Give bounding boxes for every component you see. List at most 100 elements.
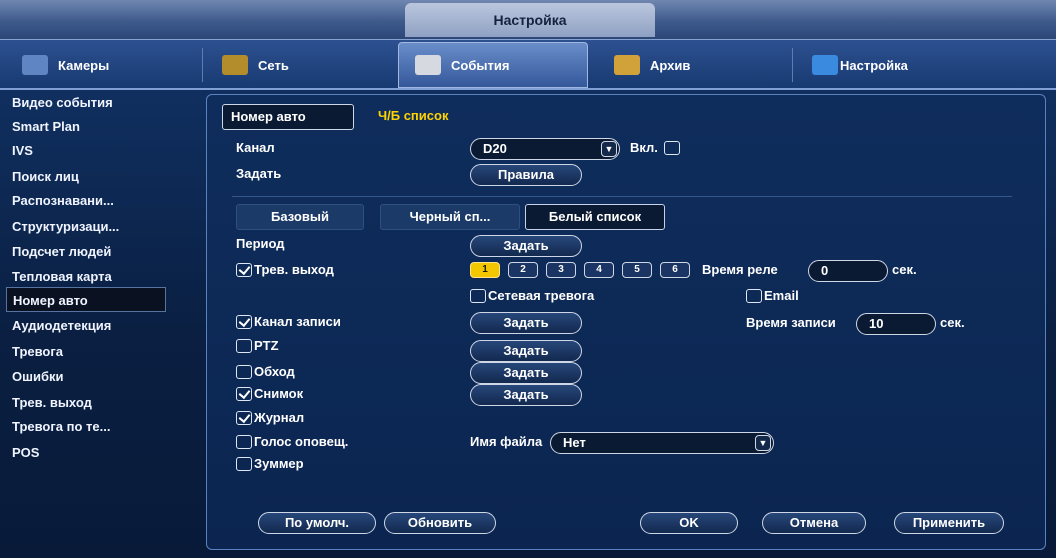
sidebar-item-video-events[interactable]: Видео события — [6, 90, 166, 115]
checkbox-checked-icon — [236, 386, 252, 401]
relay-unit-label: сек. — [892, 262, 917, 277]
tour-checkbox[interactable]: Обход — [236, 364, 295, 379]
sidebar-item-plate[interactable]: Номер авто — [6, 287, 166, 312]
channel-value: D20 — [483, 141, 507, 156]
relay-time-input[interactable]: 0 — [808, 260, 888, 282]
ptz-checkbox[interactable]: PTZ — [236, 338, 279, 353]
checkbox-checked-icon — [236, 262, 252, 277]
nav-network-label: Сеть — [258, 57, 289, 73]
ok-button[interactable]: OK — [640, 512, 738, 534]
nav-events[interactable]: События — [398, 42, 588, 88]
nav-cameras-label: Камеры — [58, 57, 110, 73]
channel-label: Канал — [236, 140, 275, 155]
rules-button[interactable]: Правила — [470, 164, 582, 186]
channel-select[interactable]: D20 ▼ — [470, 138, 620, 160]
snapshot-set-button[interactable]: Задать — [470, 384, 582, 406]
checkbox-checked-icon — [236, 410, 252, 425]
sidebar-item-heatmap[interactable]: Тепловая карта — [6, 264, 166, 289]
cancel-button[interactable]: Отмена — [762, 512, 866, 534]
network-icon — [222, 55, 248, 75]
alarm-channel-4[interactable]: 4 — [584, 262, 614, 278]
checkbox-checked-icon — [236, 314, 252, 329]
apply-button[interactable]: Применить — [894, 512, 1004, 534]
log-checkbox[interactable]: Журнал — [236, 410, 304, 425]
record-time-input[interactable]: 10 — [856, 313, 936, 335]
ptz-label: PTZ — [254, 338, 279, 353]
nav-cameras[interactable]: Камеры — [6, 42, 196, 88]
sidebar-item-face-search[interactable]: Поиск лиц — [6, 164, 166, 189]
nav-archive-label: Архив — [650, 57, 691, 73]
alarm-channel-1[interactable]: 1 — [470, 262, 500, 278]
sidebar-item-alarm[interactable]: Тревога — [6, 339, 166, 364]
title-bar: Настройка — [0, 0, 1056, 40]
record-channel-checkbox[interactable]: Канал записи — [236, 314, 341, 329]
chevron-down-icon: ▼ — [601, 141, 617, 157]
sidebar-item-ivs[interactable]: IVS — [6, 138, 166, 163]
record-set-button[interactable]: Задать — [470, 312, 582, 334]
alarm-out-checkbox[interactable]: Трев. выход — [236, 262, 334, 277]
checkbox-icon — [470, 288, 486, 303]
checkbox-icon — [746, 288, 762, 303]
nav-events-label: События — [451, 57, 510, 73]
email-label: Email — [764, 288, 799, 303]
tab-plate[interactable]: Номер авто — [222, 104, 354, 130]
sidebar: Видео события Smart Plan IVS Поиск лиц Р… — [0, 90, 200, 558]
subtab-white-list[interactable]: Белый список — [525, 204, 665, 230]
alarm-channel-3[interactable]: 3 — [546, 262, 576, 278]
snapshot-checkbox[interactable]: Снимок — [236, 386, 303, 401]
net-alarm-label: Сетевая тревога — [488, 288, 595, 303]
subtab-basic[interactable]: Базовый — [236, 204, 364, 230]
sidebar-item-audio[interactable]: Аудиодетекция — [6, 313, 166, 338]
file-name-value: Нет — [563, 435, 586, 450]
tour-set-button[interactable]: Задать — [470, 362, 582, 384]
checkbox-icon — [236, 434, 252, 449]
tour-label: Обход — [254, 364, 295, 379]
settings-icon — [812, 55, 838, 75]
sidebar-item-errors[interactable]: Ошибки — [6, 364, 166, 389]
email-checkbox[interactable]: Email — [746, 288, 799, 303]
nav-archive[interactable]: Архив — [598, 42, 788, 88]
sidebar-item-alarm-out[interactable]: Трев. выход — [6, 390, 166, 415]
buzzer-label: Зуммер — [254, 456, 304, 471]
voice-checkbox[interactable]: Голос оповещ. — [236, 434, 348, 449]
events-icon — [415, 55, 441, 75]
archive-icon — [614, 55, 640, 75]
checkbox-icon — [663, 140, 680, 155]
alarm-channel-5[interactable]: 5 — [622, 262, 652, 278]
camera-icon — [22, 55, 48, 75]
buzzer-checkbox[interactable]: Зуммер — [236, 456, 304, 471]
record-time-label: Время записи — [746, 315, 836, 330]
checkbox-icon — [236, 456, 252, 471]
tab-bw-list[interactable]: Ч/Б список — [370, 104, 456, 130]
file-name-label: Имя файла — [470, 434, 543, 449]
refresh-button[interactable]: Обновить — [384, 512, 496, 534]
set-label: Задать — [236, 166, 282, 181]
sidebar-item-temp-alarm[interactable]: Тревога по те... — [6, 414, 166, 439]
log-label: Журнал — [254, 410, 305, 425]
subtab-black-list[interactable]: Черный сп... — [380, 204, 520, 230]
nav-network[interactable]: Сеть — [206, 42, 391, 88]
settings-window: Настройка Камеры Сеть События Архив Наст… — [0, 0, 1056, 558]
sidebar-item-smart-plan[interactable]: Smart Plan — [6, 114, 166, 139]
top-nav: Камеры Сеть События Архив Настройка — [0, 40, 1056, 90]
ptz-set-button[interactable]: Задать — [470, 340, 582, 362]
net-alarm-checkbox[interactable]: Сетевая тревога — [470, 288, 594, 303]
nav-settings-label: Настройка — [840, 57, 908, 73]
period-set-button[interactable]: Задать — [470, 235, 582, 257]
alarm-channel-6[interactable]: 6 — [660, 262, 690, 278]
chevron-down-icon: ▼ — [755, 435, 771, 451]
period-label: Период — [236, 236, 285, 251]
file-name-select[interactable]: Нет ▼ — [550, 432, 774, 454]
sidebar-item-structuring[interactable]: Структуризаци... — [6, 214, 166, 239]
record-channel-label: Канал записи — [254, 314, 341, 329]
nav-settings[interactable]: Настройка — [796, 42, 996, 88]
alarm-out-label: Трев. выход — [254, 262, 334, 277]
sidebar-item-people-count[interactable]: Подсчет людей — [6, 239, 166, 264]
sidebar-item-pos[interactable]: POS — [6, 440, 166, 465]
checkbox-icon — [236, 338, 252, 353]
alarm-channel-2[interactable]: 2 — [508, 262, 538, 278]
sidebar-item-recognition[interactable]: Распознавани... — [6, 188, 166, 213]
default-button[interactable]: По умолч. — [258, 512, 376, 534]
divider — [232, 196, 1012, 197]
enable-checkbox[interactable]: Вкл. — [630, 140, 680, 155]
